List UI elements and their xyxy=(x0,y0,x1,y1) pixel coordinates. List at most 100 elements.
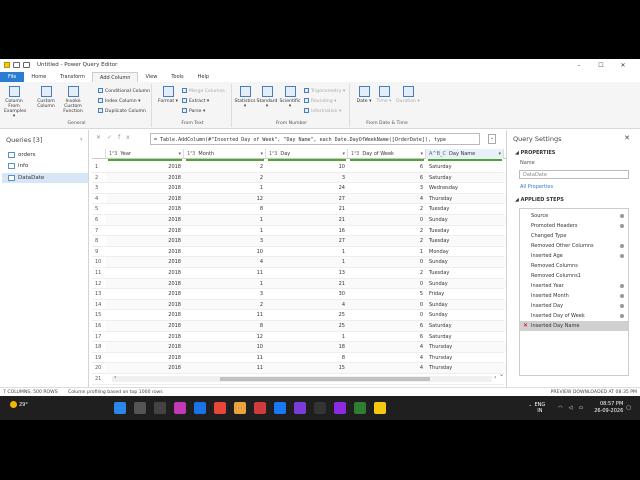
tab-file[interactable]: File xyxy=(0,72,25,82)
cell-month[interactable]: 2 xyxy=(184,173,266,184)
step-settings-gear-icon[interactable] xyxy=(620,314,624,318)
cell-day-name[interactable]: Thursday xyxy=(426,342,504,353)
merge-columns-button[interactable]: Merge Columns xyxy=(182,88,225,94)
applied-steps-section-label[interactable]: ◢ APPLIED STEPS xyxy=(515,197,564,203)
cell-day[interactable]: 13 xyxy=(266,268,348,279)
cell-month[interactable]: 11 xyxy=(184,310,266,321)
chrome-profile-icon[interactable] xyxy=(354,402,366,414)
row-number[interactable]: 17 xyxy=(92,331,106,343)
table-row[interactable]: 8 2018 3 27 2 Tuesday xyxy=(92,236,506,247)
cell-year[interactable]: 2018 xyxy=(106,268,184,279)
save-icon[interactable] xyxy=(13,62,20,68)
query-name-input[interactable]: DataDate xyxy=(519,170,629,179)
minimize-button[interactable]: – xyxy=(568,62,590,69)
cell-year[interactable]: 2018 xyxy=(106,247,184,258)
cell-day-of-week[interactable]: 0 xyxy=(348,300,426,311)
invoke-custom-function-button[interactable]: Invoke Custom Function xyxy=(60,86,86,114)
cell-day-of-week[interactable]: 6 xyxy=(348,332,426,343)
query-item-orders[interactable]: orders xyxy=(2,150,88,160)
cell-day[interactable]: 25 xyxy=(266,310,348,321)
table-row[interactable]: 6 2018 1 21 0 Sunday xyxy=(92,215,506,226)
cell-month[interactable]: 11 xyxy=(184,268,266,279)
cell-day[interactable]: 21 xyxy=(266,215,348,226)
cell-day-name[interactable]: Tuesday xyxy=(426,236,504,247)
filter-dropdown-icon[interactable]: ▾ xyxy=(342,149,345,159)
step-settings-gear-icon[interactable] xyxy=(620,224,624,228)
search-icon[interactable] xyxy=(134,402,146,414)
applied-step[interactable]: Inserted Day of Week xyxy=(520,311,628,321)
cell-month[interactable]: 11 xyxy=(184,353,266,364)
cell-month[interactable]: 3 xyxy=(184,236,266,247)
row-number[interactable]: 7 xyxy=(92,225,106,237)
tab-transform[interactable]: Transform xyxy=(53,72,92,82)
column-from-examples-button[interactable]: Column From Examples ▾ xyxy=(4,86,26,119)
file-explorer-icon[interactable] xyxy=(234,402,246,414)
cell-day-name[interactable]: Saturday xyxy=(426,332,504,343)
table-row[interactable]: 18 2018 10 18 4 Thursday xyxy=(92,342,506,353)
cell-day[interactable]: 1 xyxy=(266,257,348,268)
horizontal-scrollbar[interactable] xyxy=(112,376,492,382)
cell-day-of-week[interactable]: 4 xyxy=(348,363,426,374)
filter-dropdown-icon[interactable]: ▾ xyxy=(178,149,181,159)
row-number[interactable]: 2 xyxy=(92,172,106,184)
settings-icon[interactable] xyxy=(314,402,326,414)
date-button[interactable]: Date ▾ xyxy=(354,86,374,104)
weather-widget[interactable]: 29° xyxy=(10,401,28,408)
applied-step[interactable]: Inserted Age xyxy=(520,251,628,261)
cell-year[interactable]: 2018 xyxy=(106,300,184,311)
cell-day-name[interactable]: Saturday xyxy=(426,162,504,173)
tab-home[interactable]: Home xyxy=(24,72,53,82)
step-settings-gear-icon[interactable] xyxy=(620,294,624,298)
properties-section-label[interactable]: ◢ PROPERTIES xyxy=(515,150,555,156)
expand-formula-button[interactable]: ⌄ xyxy=(488,134,496,144)
cell-year[interactable]: 2018 xyxy=(106,289,184,300)
status-profiling[interactable]: Column profiling based on top 1000 rows xyxy=(68,388,163,396)
row-number[interactable]: 6 xyxy=(92,215,106,226)
cell-day-of-week[interactable]: 4 xyxy=(348,194,426,205)
app-icon-2[interactable] xyxy=(334,402,346,414)
standard-button[interactable]: Standard ▾ xyxy=(256,86,278,109)
table-row[interactable]: 9 2018 10 1 1 Monday xyxy=(92,246,506,258)
cell-day-name[interactable]: Thursday xyxy=(426,363,504,374)
cell-day[interactable]: 1 xyxy=(266,247,348,258)
cell-day-name[interactable]: Tuesday xyxy=(426,226,504,237)
cell-month[interactable]: 12 xyxy=(184,194,266,205)
media-icon[interactable] xyxy=(294,402,306,414)
table-row[interactable]: 16 2018 8 25 6 Saturday xyxy=(92,321,506,332)
fx-icon[interactable]: fx xyxy=(118,134,136,141)
cell-month[interactable]: 8 xyxy=(184,321,266,332)
horizontal-scroll-thumb[interactable] xyxy=(220,377,430,381)
cell-day[interactable]: 18 xyxy=(266,342,348,353)
cell-day-name[interactable]: Sunday xyxy=(426,310,504,321)
whole-number-type-icon[interactable]: 1²3 xyxy=(269,151,277,157)
commit-formula-button[interactable]: ✓ xyxy=(107,134,118,141)
delete-step-icon[interactable]: ✕ xyxy=(523,321,528,331)
rounding-button[interactable]: Rounding ▾ xyxy=(304,98,336,104)
cell-day-of-week[interactable]: 6 xyxy=(348,173,426,184)
cell-day[interactable]: 25 xyxy=(266,321,348,332)
applied-step[interactable]: Inserted Day xyxy=(520,301,628,311)
row-number[interactable]: 16 xyxy=(92,321,106,332)
cell-day-of-week[interactable]: 2 xyxy=(348,236,426,247)
cell-day-of-week[interactable]: 0 xyxy=(348,310,426,321)
cell-year[interactable]: 2018 xyxy=(106,173,184,184)
cell-year[interactable]: 2018 xyxy=(106,279,184,290)
statistics-button[interactable]: Statistics ▾ xyxy=(234,86,256,109)
step-settings-gear-icon[interactable] xyxy=(620,304,624,308)
cell-year[interactable]: 2018 xyxy=(106,226,184,237)
cell-day[interactable]: 27 xyxy=(266,236,348,247)
filter-dropdown-icon[interactable]: ▾ xyxy=(498,149,501,159)
conditional-column-button[interactable]: Conditional Column xyxy=(98,88,150,94)
scroll-down-icon[interactable]: ⌄ xyxy=(499,371,504,378)
tab-add-column[interactable]: Add Column xyxy=(92,72,139,82)
tab-tools[interactable]: Tools xyxy=(164,72,190,82)
cell-day-of-week[interactable]: 2 xyxy=(348,268,426,279)
table-row[interactable]: 14 2018 2 4 0 Sunday xyxy=(92,299,506,311)
cell-day-name[interactable]: Saturday xyxy=(426,173,504,184)
cell-day-name[interactable]: Tuesday xyxy=(426,268,504,279)
column-header-year[interactable]: 1²3 Year ▾ xyxy=(106,149,184,159)
applied-step[interactable]: Removed Columns1 xyxy=(520,271,628,281)
applied-step[interactable]: Source xyxy=(520,211,628,221)
cell-month[interactable]: 3 xyxy=(184,289,266,300)
cell-day-of-week[interactable]: 2 xyxy=(348,226,426,237)
